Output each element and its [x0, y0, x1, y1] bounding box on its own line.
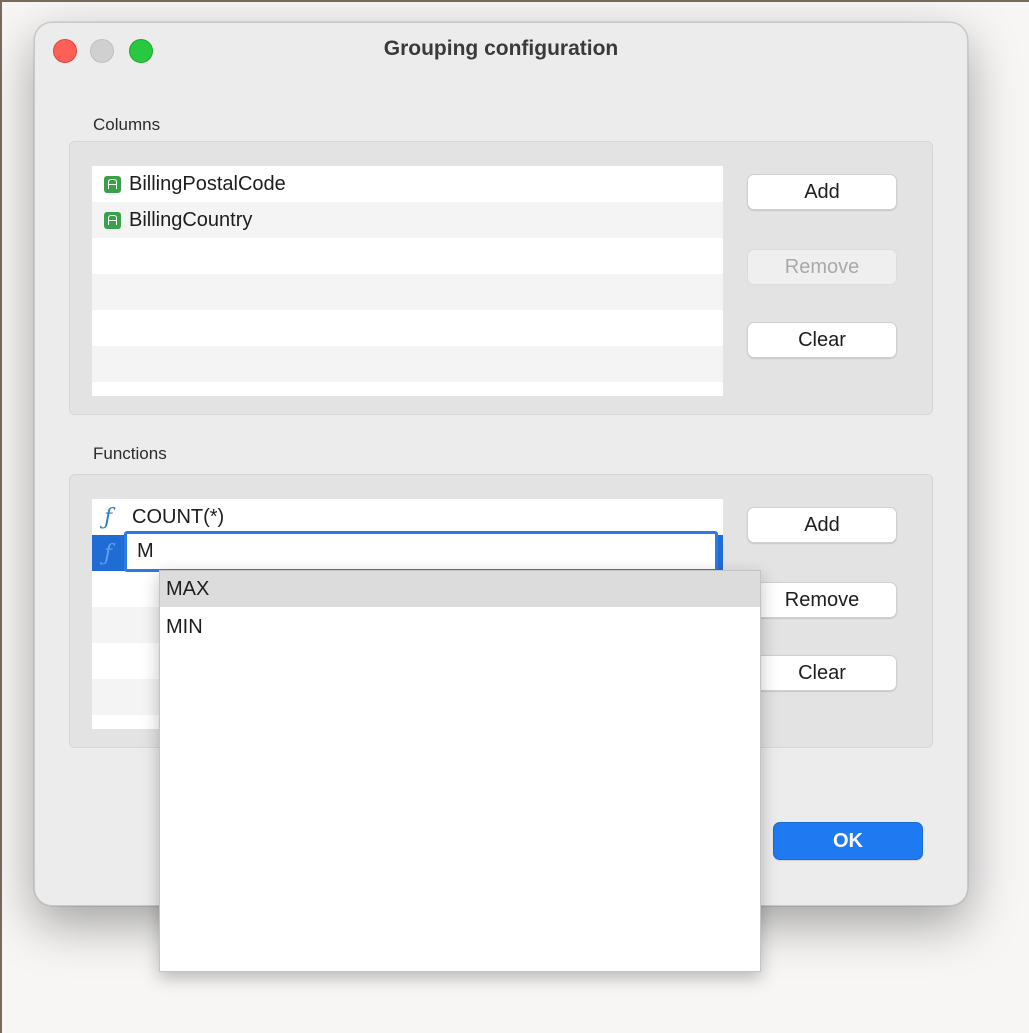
empty-row	[92, 382, 723, 396]
autocomplete-option-max[interactable]: MAX	[160, 571, 760, 607]
columns-add-button[interactable]: Add	[747, 174, 897, 210]
column-name: BillingCountry	[129, 208, 253, 231]
backdrop-border-top	[0, 0, 1029, 2]
empty-row	[92, 310, 723, 346]
empty-row	[92, 274, 723, 310]
columns-section-label: Columns	[93, 115, 161, 134]
functions-clear-button[interactable]: Clear	[747, 655, 897, 691]
text-column-icon	[104, 211, 121, 229]
text-column-icon	[104, 175, 121, 193]
columns-group-box: BillingPostalCode BillingCountry Add Rem…	[69, 141, 933, 415]
list-item[interactable]: BillingCountry	[92, 202, 723, 238]
function-name: COUNT(*)	[132, 505, 225, 528]
title-bar: Grouping configuration	[35, 23, 967, 77]
empty-row	[92, 346, 723, 382]
list-item[interactable]: BillingPostalCode	[92, 166, 723, 202]
autocomplete-popup: MAX MIN	[159, 570, 761, 972]
backdrop-border-left	[0, 0, 2, 1033]
functions-add-button[interactable]: Add	[747, 507, 897, 543]
ok-button[interactable]: OK	[773, 822, 923, 860]
functions-section-label: Functions	[93, 444, 167, 463]
function-icon: ƒ	[104, 504, 113, 530]
window-title: Grouping configuration	[383, 37, 619, 60]
empty-row	[92, 238, 723, 274]
column-name: BillingPostalCode	[129, 172, 286, 195]
list-item[interactable]: ƒ COUNT(*)	[92, 499, 723, 535]
columns-remove-button[interactable]: Remove	[747, 249, 897, 285]
functions-remove-button[interactable]: Remove	[747, 582, 897, 618]
columns-list[interactable]: BillingPostalCode BillingCountry	[92, 166, 723, 396]
function-edit-input[interactable]: M	[124, 531, 718, 572]
autocomplete-option-min[interactable]: MIN	[160, 609, 760, 645]
columns-clear-button[interactable]: Clear	[747, 322, 897, 358]
